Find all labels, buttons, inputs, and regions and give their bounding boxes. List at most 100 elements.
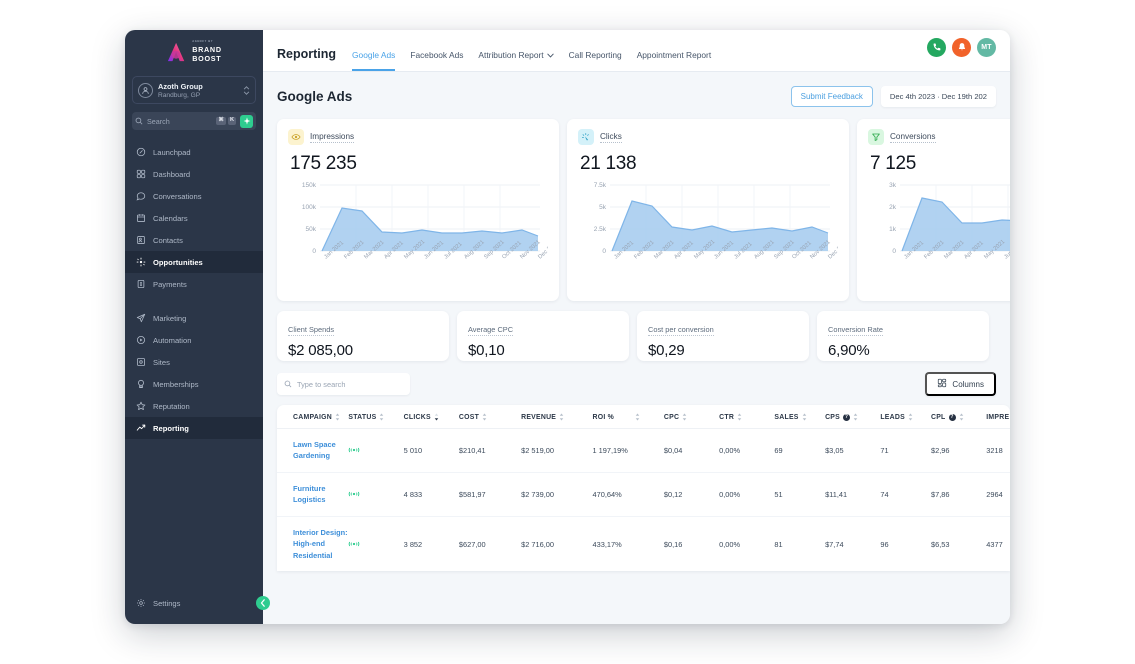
tab-facebook-ads[interactable]: Facebook Ads [410,50,463,71]
cell-ctr: 0,00% [719,472,775,517]
search-icon [135,117,143,125]
col-cps[interactable]: CPS? [825,405,881,429]
col-label: LEADS [880,413,905,421]
table-row[interactable]: Lawn Space Gardening 5 010 $210,41 $2 51… [277,428,1010,473]
table-row[interactable]: Interior Design: High-end Residential 3 … [277,516,1010,571]
sidebar-item-conversations[interactable]: Conversations [125,185,263,207]
tab-google-ads[interactable]: Google Ads [352,50,396,71]
col-status[interactable]: STATUS [348,405,404,429]
tab-appointment-report[interactable]: Appointment Report [637,50,712,71]
sidebar-item-payments[interactable]: Payments [125,273,263,295]
col-impressions[interactable]: IMPRE [986,405,1010,429]
sidebar-item-label: Calendars [153,213,188,223]
search-icon [284,375,292,393]
cell-cpc: $0,04 [663,428,720,473]
sidebar-item-label: Conversations [153,191,202,201]
sidebar-item-label: Settings [153,598,181,608]
col-campaign[interactable]: CAMPAIGN [277,405,349,429]
sort-icon [482,413,487,421]
sort-icon [853,413,858,421]
sidebar-nav-secondary: Marketing Automation Sites Memberships R… [125,307,263,439]
sidebar-item-reporting[interactable]: Reporting [125,417,263,439]
cell-roi: 470,64% [592,472,664,517]
sidebar-item-contacts[interactable]: Contacts [125,229,263,251]
info-icon[interactable]: ? [948,413,956,421]
star-icon [135,401,146,412]
cursor-click-icon [578,129,594,145]
sidebar-collapse-button[interactable] [256,596,270,610]
col-ctr[interactable]: CTR [719,405,775,429]
col-cost[interactable]: COST [458,405,522,429]
svg-text:1k: 1k [889,226,897,233]
user-circle-icon [138,82,153,98]
sidebar-item-automation[interactable]: Automation [125,329,263,351]
cell-cpl: $2,96 [930,428,987,473]
brand-logo[interactable]: AGENCY BY BRAND BOOST [125,30,263,68]
cell-clicks: 5 010 [403,428,459,473]
sidebar-item-opportunities[interactable]: Opportunities [125,251,263,273]
tab-label: Google Ads [352,50,396,60]
col-label: CPS [825,413,840,421]
metric-value: $0,29 [648,342,685,359]
sidebar-item-reputation[interactable]: Reputation [125,395,263,417]
kpi-card-row: Impressions 175 235 150k 100k 50k 0 Jan … [263,119,1010,301]
kpi-label: Impressions [310,131,355,143]
col-revenue[interactable]: REVENUE [521,405,593,429]
col-label: COST [458,413,480,421]
col-label: REVENUE [521,413,557,421]
metric-label: Client Spends [288,325,335,336]
sidebar-item-label: Automation [153,335,192,345]
sort-icon [559,413,564,421]
svg-text:2.5k: 2.5k [594,226,607,233]
col-label: IMPRE [986,413,1010,421]
col-cpl[interactable]: CPL? [930,405,987,429]
app-window: AGENCY BY BRAND BOOST Azoth Group Randbu… [125,30,1010,624]
table-row[interactable]: Furniture Logistics 4 833 $581,97 $2 739… [277,472,1010,517]
metric-value: 6,90% [828,342,870,359]
col-sales[interactable]: SALES [774,405,826,429]
col-cpc[interactable]: CPC [663,405,720,429]
phone-button[interactable] [927,38,946,57]
org-switcher[interactable]: Azoth Group Randburg, GP [132,76,256,104]
topbar: Reporting Google Ads Facebook Ads Attrib… [263,30,1010,72]
kpi-card-conversions: Conversions 7 125 3k 2k 1k 0 Jan 2021 Fe… [857,119,1010,301]
nav-divider [125,295,263,307]
sidebar-item-label: Memberships [153,379,199,389]
funnel-icon [868,129,884,145]
page-header-actions: Submit Feedback Dec 4th 2023 · Dec 19th … [790,86,996,107]
sparkle-icon[interactable] [240,114,253,128]
date-range-picker[interactable]: Dec 4th 2023 · Dec 19th 202 [880,86,996,107]
columns-button[interactable]: Columns [925,372,996,396]
content-scroll: Google Ads Submit Feedback Dec 4th 2023 … [263,72,1010,624]
sidebar-search[interactable]: Search ⌘ K [132,112,256,130]
tab-call-reporting[interactable]: Call Reporting [569,50,622,71]
campaign-link[interactable]: Furniture Logistics [293,484,333,504]
col-clicks[interactable]: CLICKS [403,405,459,429]
info-icon[interactable]: ? [842,413,850,421]
sidebar-item-dashboard[interactable]: Dashboard [125,163,263,185]
sidebar-item-memberships[interactable]: Memberships [125,373,263,395]
avatar[interactable]: MT [977,38,996,57]
search-placeholder: Type to search [297,379,346,389]
svg-text:0: 0 [602,248,606,255]
sidebar-item-calendars[interactable]: Calendars [125,207,263,229]
contact-card-icon [135,235,146,246]
metric-card-conversion-rate: Conversion Rate 6,90% [817,311,989,361]
page-header: Google Ads Submit Feedback Dec 4th 2023 … [263,86,1010,107]
campaign-link[interactable]: Lawn Space Gardening [293,440,338,460]
sidebar-item-sites[interactable]: Sites [125,351,263,373]
campaign-link[interactable]: Interior Design: High-end Residential [293,528,348,560]
sidebar-item-marketing[interactable]: Marketing [125,307,263,329]
col-roi[interactable]: ROI % [592,405,664,429]
conversions-area-chart: 3k 2k 1k 0 Jan 2021 Feb 2021 Mar 2021 Apr … [868,177,1010,295]
table-header: CAMPAIGN STATUS CLICKS COST REVENUE ROI … [277,405,1010,429]
sidebar-item-settings[interactable]: Settings [125,592,263,614]
sidebar-item-launchpad[interactable]: Launchpad [125,141,263,163]
col-leads[interactable]: LEADS [880,405,931,429]
notifications-button[interactable] [952,38,971,57]
submit-feedback-button[interactable]: Submit Feedback [790,86,873,107]
table-header-row: CAMPAIGN STATUS CLICKS COST REVENUE ROI … [277,405,1010,429]
grid-icon [135,169,146,180]
search-input[interactable]: Type to search [277,373,410,395]
tab-attribution-report[interactable]: Attribution Report [478,50,554,71]
